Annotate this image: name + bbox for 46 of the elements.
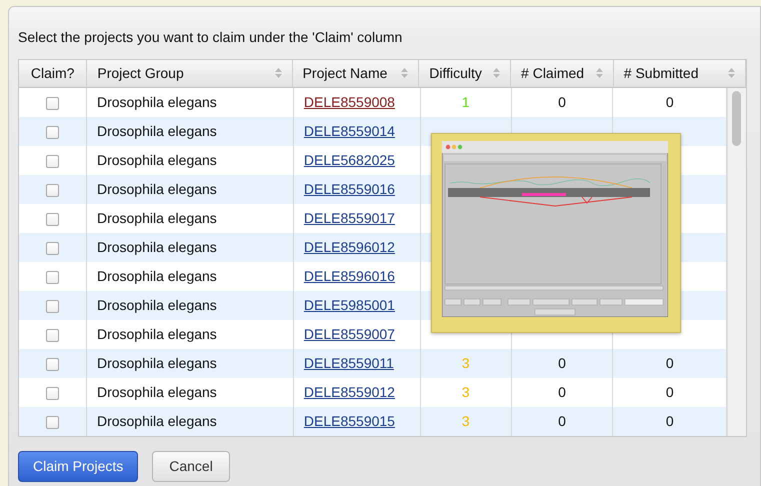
checkbox[interactable] [46,300,59,313]
checkbox[interactable] [46,154,59,168]
table-cell: Drosophila elegans [96,268,217,284]
table-cell: 0 [558,384,566,400]
checkbox[interactable] [46,184,59,197]
checkbox[interactable] [46,242,59,255]
table-cell: 0 [666,355,674,371]
checkbox[interactable] [46,386,59,400]
difficulty-value: 3 [462,355,470,371]
table-cell: Drosophila elegans [96,94,217,110]
checkbox[interactable] [46,270,59,284]
checkbox[interactable] [46,212,59,226]
claim-button[interactable]: Claim Projects [18,450,138,482]
checkbox[interactable] [46,96,59,110]
project-link[interactable]: DELE8596016 [304,268,395,284]
checkbox[interactable] [46,328,59,342]
scrollbar[interactable] [727,88,746,436]
table-cell: Drosophila elegans [96,123,217,139]
project-link[interactable]: DELE8559007 [304,326,395,342]
checkbox[interactable] [46,358,59,371]
checkbox[interactable] [46,126,59,139]
table-cell: 0 [558,355,566,371]
table-cell: 0 [666,413,674,429]
difficulty-value: 3 [462,413,470,429]
project-link[interactable]: DELE8559008 [304,94,395,110]
table-cell: 0 [666,384,674,400]
project-link[interactable]: DELE5682025 [304,152,395,168]
checkbox[interactable] [46,416,59,429]
difficulty-value: 3 [462,384,470,400]
table-cell: Drosophila elegans [96,384,217,400]
project-link[interactable]: DELE8559012 [304,384,395,400]
difficulty-value: 1 [462,94,470,110]
instruction-text: Select the projects you want to claim under the 'Claim' column [18,29,404,45]
table-cell: Drosophila elegans [96,413,217,429]
project-link[interactable]: DELE8559017 [304,210,395,226]
table-cell: 0 [558,94,566,110]
table-cell: 0 [666,94,674,110]
table-cell: Drosophila elegans [96,326,217,342]
table-cell: Drosophila elegans [96,210,217,226]
table-cell: Drosophila elegans [96,239,217,255]
table-cell: Drosophila elegans [96,152,217,168]
cancel-button[interactable]: Cancel [152,450,230,482]
table-cell: 0 [558,413,566,429]
table-cell: Drosophila elegans [96,181,217,197]
table-cell: Drosophila elegans [96,355,217,371]
table-cell: Drosophila elegans [96,297,217,313]
